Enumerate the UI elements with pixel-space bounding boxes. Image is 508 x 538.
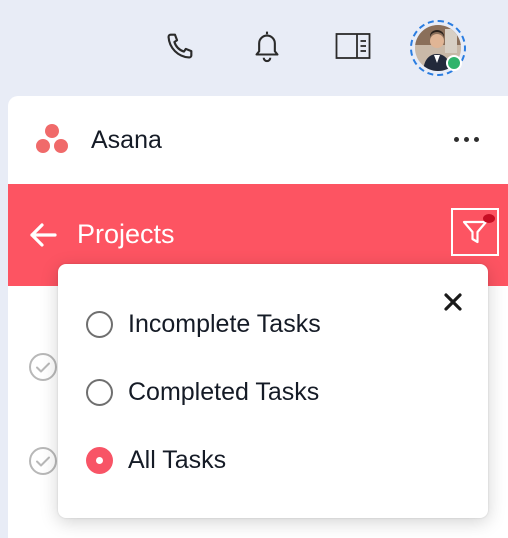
radio-button[interactable] bbox=[86, 378, 113, 406]
online-status-icon bbox=[446, 55, 462, 71]
projects-title: Projects bbox=[77, 219, 175, 249]
app-title: Asana bbox=[91, 126, 162, 154]
asana-logo-icon bbox=[36, 124, 68, 153]
avatar[interactable] bbox=[410, 20, 466, 76]
filter-active-indicator bbox=[483, 214, 495, 223]
task-filter-popover: Incomplete Tasks Completed Tasks All Tas… bbox=[58, 264, 488, 518]
check-circle-icon[interactable] bbox=[28, 352, 58, 382]
arrow-left-icon[interactable] bbox=[28, 220, 58, 250]
bell-icon[interactable] bbox=[249, 28, 285, 64]
close-icon[interactable] bbox=[439, 288, 467, 316]
app-header: Asana bbox=[8, 96, 508, 184]
option-label: All Tasks bbox=[128, 445, 227, 474]
top-bar bbox=[0, 0, 508, 96]
filter-option-completed-tasks[interactable]: Completed Tasks bbox=[86, 372, 416, 412]
option-label: Incomplete Tasks bbox=[128, 309, 321, 338]
filter-button[interactable] bbox=[451, 208, 499, 256]
option-label: Completed Tasks bbox=[128, 377, 320, 406]
radio-button[interactable] bbox=[86, 310, 113, 338]
filter-option-incomplete-tasks[interactable]: Incomplete Tasks bbox=[86, 304, 416, 344]
ellipsis-icon[interactable] bbox=[444, 124, 488, 154]
check-circle-icon[interactable] bbox=[28, 446, 58, 476]
side-panel-icon[interactable] bbox=[335, 28, 371, 64]
filter-icon bbox=[462, 220, 488, 244]
phone-icon[interactable] bbox=[162, 28, 198, 64]
radio-button-selected[interactable] bbox=[86, 446, 113, 474]
filter-option-all-tasks[interactable]: All Tasks bbox=[86, 440, 416, 480]
